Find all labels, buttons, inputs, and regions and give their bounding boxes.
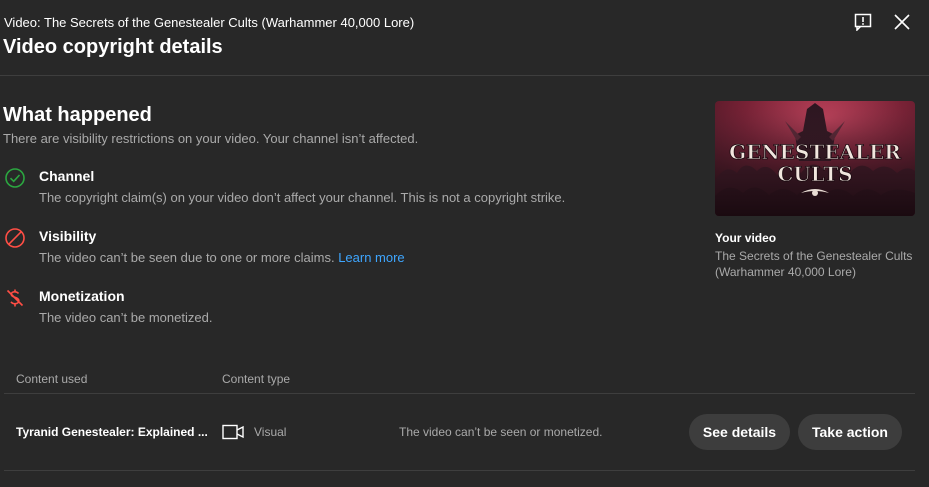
content-type-cell: Visual xyxy=(254,425,287,439)
video-thumbnail[interactable]: GENESTEALER CULTS xyxy=(715,101,915,216)
your-video-name: The Secrets of the Genestealer Cults (Wa… xyxy=(715,249,913,279)
content-used-cell: Tyranid Genestealer: Explained ... xyxy=(16,425,208,439)
table-divider xyxy=(4,470,915,471)
status-description: The video can’t be seen due to one or mo… xyxy=(39,250,405,265)
blocked-icon xyxy=(4,227,26,249)
check-circle-icon xyxy=(4,167,26,189)
visibility-description-text: The video can’t be seen due to one or mo… xyxy=(39,250,335,265)
your-video-label: Your video xyxy=(715,231,777,245)
status-description: The video can’t be monetized. xyxy=(39,310,213,325)
video-camera-icon xyxy=(222,423,244,441)
take-action-button[interactable]: Take action xyxy=(798,414,902,450)
close-icon[interactable] xyxy=(890,10,914,34)
column-header-content-type: Content type xyxy=(222,372,291,386)
learn-more-link[interactable]: Learn more xyxy=(338,250,404,265)
status-channel: Channel The copyright claim(s) on your v… xyxy=(0,167,680,217)
status-description: The copyright claim(s) on your video don… xyxy=(39,190,566,205)
copyright-details-dialog: Video: The Secrets of the Genestealer Cu… xyxy=(0,0,929,487)
column-header-content-used: Content used xyxy=(16,372,88,386)
video-title: Video: The Secrets of the Genestealer Cu… xyxy=(4,15,415,30)
see-details-button[interactable]: See details xyxy=(689,414,790,450)
status-monetization: Monetization The video can’t be monetize… xyxy=(0,287,680,337)
content-status-cell: The video can’t be seen or monetized. xyxy=(399,425,603,439)
thumbnail-title-line1: GENESTEALER xyxy=(729,140,901,164)
no-money-icon xyxy=(4,287,26,309)
dialog-title: Video copyright details xyxy=(3,36,223,58)
what-happened-subtitle: There are visibility restrictions on you… xyxy=(3,131,419,146)
status-label: Visibility xyxy=(39,228,97,244)
table-row: Tyranid Genestealer: Explained ... Visua… xyxy=(0,394,929,470)
status-label: Channel xyxy=(39,168,95,184)
status-visibility: Visibility The video can’t be seen due t… xyxy=(0,227,680,277)
feedback-icon[interactable] xyxy=(851,10,875,34)
what-happened-title: What happened xyxy=(3,104,152,126)
thumbnail-title-line2: CULTS xyxy=(777,162,852,186)
dialog-header: Video: The Secrets of the Genestealer Cu… xyxy=(0,0,929,76)
status-label: Monetization xyxy=(39,288,125,304)
